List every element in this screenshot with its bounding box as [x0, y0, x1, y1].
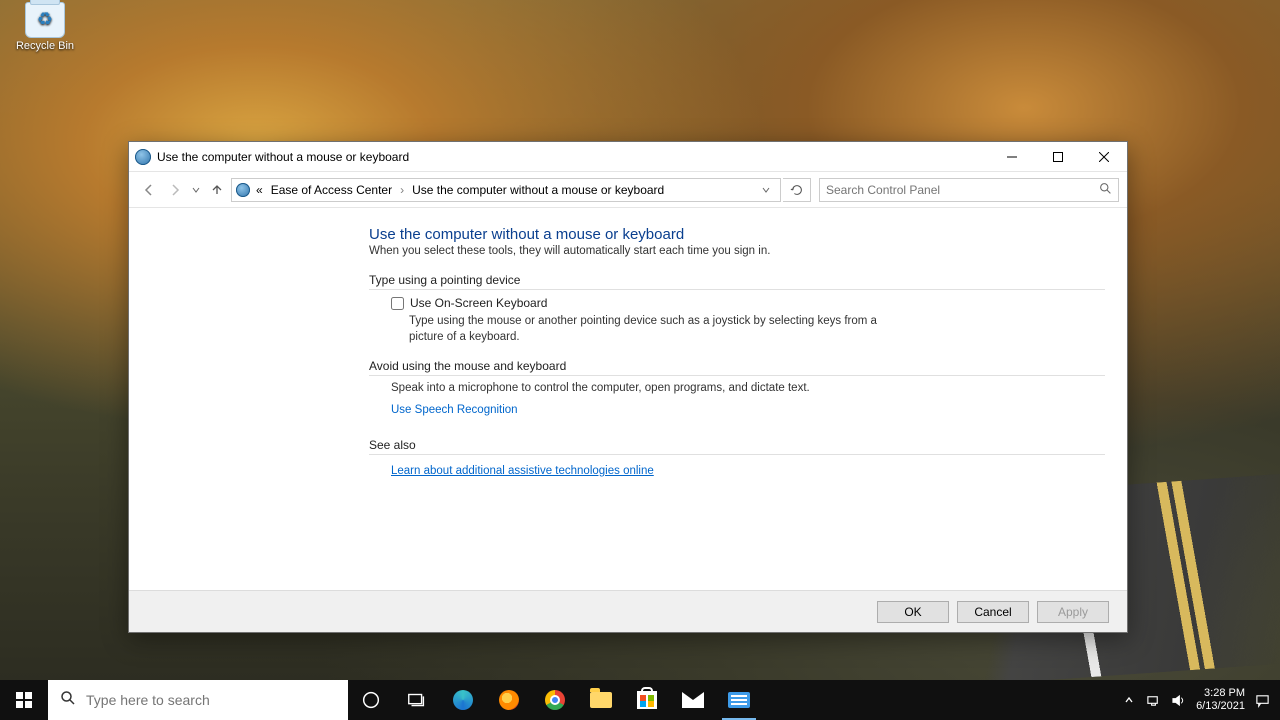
taskbar: 3:28 PM 6/13/2021 [0, 680, 1280, 720]
system-tray: 3:28 PM 6/13/2021 [1111, 687, 1280, 712]
search-input[interactable] [826, 183, 1099, 197]
control-panel-icon [135, 149, 151, 165]
recent-locations-button[interactable] [189, 178, 203, 202]
window-controls [989, 142, 1127, 172]
control-panel-taskbar-icon [728, 692, 750, 708]
recycle-bin-glyph [25, 2, 65, 38]
network-icon[interactable] [1146, 693, 1161, 708]
search-icon[interactable] [1099, 182, 1112, 198]
up-button[interactable] [205, 178, 229, 202]
section-pointing-device: Type using a pointing device [369, 273, 1105, 290]
refresh-button[interactable] [783, 178, 811, 202]
cortana-button[interactable] [348, 680, 394, 720]
taskbar-chrome[interactable] [532, 680, 578, 720]
back-button[interactable] [137, 178, 161, 202]
window-title: Use the computer without a mouse or keyb… [157, 150, 409, 164]
start-button[interactable] [0, 680, 48, 720]
control-panel-window: Use the computer without a mouse or keyb… [128, 141, 1128, 633]
onscreen-keyboard-checkbox[interactable] [391, 297, 404, 310]
taskbar-store[interactable] [624, 680, 670, 720]
recycle-bin-icon[interactable]: Recycle Bin [10, 2, 80, 52]
onscreen-keyboard-option[interactable]: Use On-Screen Keyboard [369, 296, 1105, 310]
breadcrumb-level1[interactable]: Ease of Access Center [269, 183, 394, 197]
volume-icon[interactable] [1171, 693, 1186, 708]
assistive-tech-link[interactable]: Learn about additional assistive technol… [369, 465, 654, 477]
clock-date: 6/13/2021 [1196, 700, 1245, 713]
recycle-bin-label: Recycle Bin [10, 40, 80, 52]
page-heading: Use the computer without a mouse or keyb… [369, 226, 1105, 243]
mail-icon [682, 692, 704, 708]
onscreen-keyboard-description: Type using the mouse or another pointing… [369, 314, 889, 345]
clock[interactable]: 3:28 PM 6/13/2021 [1196, 687, 1245, 712]
taskbar-search-input[interactable] [86, 692, 336, 708]
address-dropdown-icon[interactable] [756, 183, 776, 197]
edge-icon [453, 690, 473, 710]
minimize-button[interactable] [989, 142, 1035, 172]
taskbar-search[interactable] [48, 680, 348, 720]
tray-overflow-icon[interactable] [1121, 693, 1136, 708]
page-subtitle: When you select these tools, they will a… [369, 245, 1105, 257]
navigation-bar: « Ease of Access Center › Use the comput… [129, 172, 1127, 208]
titlebar[interactable]: Use the computer without a mouse or keyb… [129, 142, 1127, 172]
speech-recognition-link[interactable]: Use Speech Recognition [369, 404, 518, 416]
taskbar-file-explorer[interactable] [578, 680, 624, 720]
action-center-icon[interactable] [1255, 693, 1270, 708]
breadcrumb-prefix: « [254, 183, 265, 197]
chrome-icon [545, 690, 565, 710]
breadcrumb-separator: › [398, 183, 406, 197]
cancel-button[interactable]: Cancel [957, 601, 1029, 623]
content-area: Use the computer without a mouse or keyb… [129, 208, 1127, 590]
taskbar-edge[interactable] [440, 680, 486, 720]
section-see-also: See also [369, 438, 1105, 455]
speech-description: Speak into a microphone to control the c… [369, 382, 1105, 394]
apply-button: Apply [1037, 601, 1109, 623]
folder-icon [590, 692, 612, 708]
windows-logo-icon [16, 692, 32, 708]
address-bar[interactable]: « Ease of Access Center › Use the comput… [231, 178, 781, 202]
taskbar-firefox[interactable] [486, 680, 532, 720]
clock-time: 3:28 PM [1196, 687, 1245, 700]
firefox-icon [499, 690, 519, 710]
onscreen-keyboard-label: Use On-Screen Keyboard [410, 296, 547, 310]
ok-button[interactable]: OK [877, 601, 949, 623]
breadcrumb-level2[interactable]: Use the computer without a mouse or keyb… [410, 183, 666, 197]
close-button[interactable] [1081, 142, 1127, 172]
taskbar-mail[interactable] [670, 680, 716, 720]
taskbar-control-panel[interactable] [716, 680, 762, 720]
forward-button[interactable] [163, 178, 187, 202]
maximize-button[interactable] [1035, 142, 1081, 172]
task-view-button[interactable] [394, 680, 440, 720]
taskbar-search-icon [60, 690, 76, 711]
dialog-footer: OK Cancel Apply [129, 590, 1127, 632]
address-icon [236, 183, 250, 197]
search-box[interactable] [819, 178, 1119, 202]
section-avoid-mouse-keyboard: Avoid using the mouse and keyboard [369, 359, 1105, 376]
desktop: Recycle Bin Use the computer without a m… [0, 0, 1280, 720]
store-icon [637, 691, 657, 709]
